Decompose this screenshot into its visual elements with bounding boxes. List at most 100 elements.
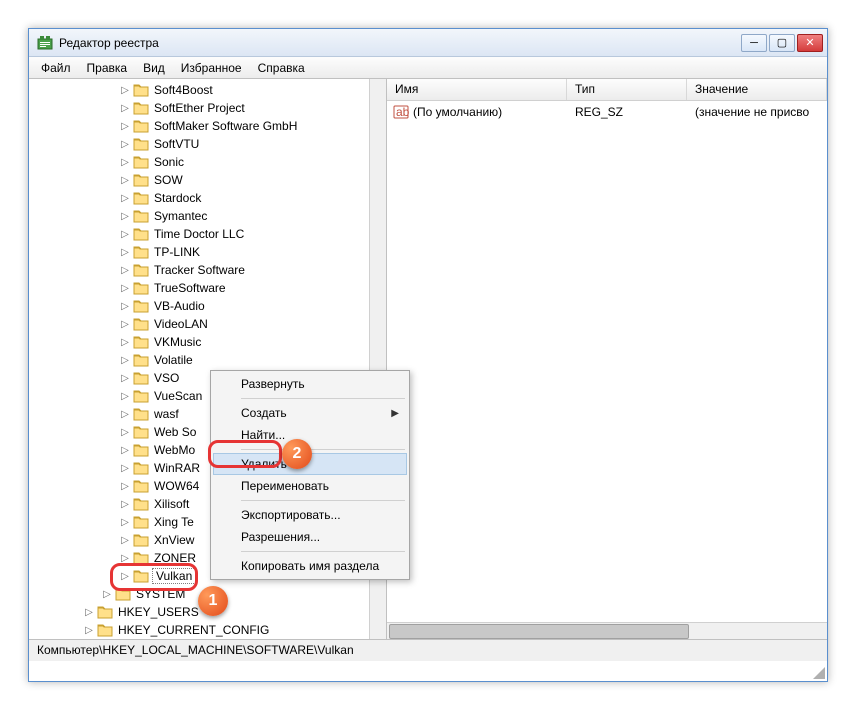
tree-item-label: Soft4Boost: [152, 83, 215, 97]
tree-item[interactable]: ▷ Soft4Boost: [29, 81, 386, 99]
values-panel[interactable]: Имя Тип Значение ab(По умолчанию)REG_SZ(…: [387, 79, 827, 639]
tree-item-label: wasf: [152, 407, 181, 421]
tree-item-label: VB-Audio: [152, 299, 207, 313]
registry-editor-window: Редактор реестра ─ ▢ ✕ Файл Правка Вид И…: [28, 28, 828, 682]
cm-copy-key[interactable]: Копировать имя раздела: [213, 555, 407, 577]
expand-icon[interactable]: ▷: [83, 624, 95, 636]
folder-icon: [133, 173, 149, 187]
folder-icon: [133, 389, 149, 403]
expand-icon[interactable]: ▷: [119, 156, 131, 168]
tree-item-label: SoftEther Project: [152, 101, 247, 115]
expand-icon[interactable]: ▷: [119, 318, 131, 330]
expand-icon[interactable]: ▷: [83, 606, 95, 618]
titlebar[interactable]: Редактор реестра ─ ▢ ✕: [29, 29, 827, 57]
expand-icon[interactable]: ▷: [119, 138, 131, 150]
expand-icon[interactable]: ▷: [119, 570, 131, 582]
tree-item-label: ZONER: [152, 551, 198, 565]
tree-item[interactable]: ▷ Tracker Software: [29, 261, 386, 279]
statusbar-path: Компьютер\HKEY_LOCAL_MACHINE\SOFTWARE\Vu…: [37, 643, 354, 657]
list-row[interactable]: ab(По умолчанию)REG_SZ(значение не присв…: [387, 103, 827, 121]
value-name: (По умолчанию): [413, 105, 502, 119]
expand-icon[interactable]: ▷: [119, 534, 131, 546]
expand-icon[interactable]: ▷: [101, 588, 113, 600]
statusbar: Компьютер\HKEY_LOCAL_MACHINE\SOFTWARE\Vu…: [29, 639, 827, 661]
tree-item[interactable]: ▷SoftMaker Software GmbH: [29, 117, 386, 135]
expand-icon[interactable]: ▷: [119, 372, 131, 384]
tree-item[interactable]: ▷Time Doctor LLC: [29, 225, 386, 243]
expand-icon[interactable]: ▷: [119, 120, 131, 132]
value-data: (значение не присво: [687, 105, 827, 119]
expand-icon[interactable]: ▷: [119, 354, 131, 366]
col-name[interactable]: Имя: [387, 79, 567, 100]
folder-icon: [133, 299, 149, 313]
cm-permissions[interactable]: Разрешения...: [213, 526, 407, 548]
tree-item[interactable]: ▷SoftVTU: [29, 135, 386, 153]
maximize-button[interactable]: ▢: [769, 34, 795, 52]
tree-item-label: Tracker Software: [152, 263, 247, 277]
tree-item-label: WinRAR: [152, 461, 202, 475]
list-header: Имя Тип Значение: [387, 79, 827, 101]
expand-icon[interactable]: ▷: [119, 390, 131, 402]
tree-item[interactable]: ▷Volatile: [29, 351, 386, 369]
expand-icon[interactable]: ▷: [119, 228, 131, 240]
folder-icon: [133, 371, 149, 385]
tree-item-label: XnView: [152, 533, 196, 547]
expand-icon[interactable]: ▷: [119, 210, 131, 222]
tree-item[interactable]: ▷Sonic: [29, 153, 386, 171]
expand-icon[interactable]: ▷: [119, 264, 131, 276]
folder-icon: [133, 83, 149, 97]
folder-icon: [133, 317, 149, 331]
menu-file[interactable]: Файл: [33, 59, 79, 77]
expand-icon[interactable]: ▷: [119, 174, 131, 186]
list-scrollbar-horizontal[interactable]: [387, 622, 827, 639]
expand-icon[interactable]: ▷: [119, 300, 131, 312]
tree-item[interactable]: ▷TP-LINK: [29, 243, 386, 261]
tree-item[interactable]: ▷VideoLAN: [29, 315, 386, 333]
expand-icon[interactable]: ▷: [119, 192, 131, 204]
tree-item-label: WebMo: [152, 443, 197, 457]
minimize-button[interactable]: ─: [741, 34, 767, 52]
expand-icon[interactable]: ▷: [119, 552, 131, 564]
tree-item[interactable]: ▷ SoftEther Project: [29, 99, 386, 117]
expand-icon[interactable]: ▷: [119, 246, 131, 258]
menu-favorites[interactable]: Избранное: [173, 59, 250, 77]
close-button[interactable]: ✕: [797, 34, 823, 52]
col-type[interactable]: Тип: [567, 79, 687, 100]
tree-item-label: Xilisoft: [152, 497, 191, 511]
tree-item[interactable]: ▷HKEY_CURRENT_CONFIG: [29, 621, 386, 639]
menubar: Файл Правка Вид Избранное Справка: [29, 57, 827, 79]
scroll-thumb[interactable]: [389, 624, 689, 639]
expand-icon[interactable]: ▷: [119, 516, 131, 528]
cm-rename[interactable]: Переименовать: [213, 475, 407, 497]
expand-icon[interactable]: ▷: [119, 462, 131, 474]
tree-item[interactable]: ▷SOW: [29, 171, 386, 189]
tree-item[interactable]: ▷Symantec: [29, 207, 386, 225]
menu-view[interactable]: Вид: [135, 59, 173, 77]
folder-icon: [133, 497, 149, 511]
tree-item[interactable]: ▷ VB-Audio: [29, 297, 386, 315]
resize-grip[interactable]: [811, 665, 825, 679]
expand-icon[interactable]: ▷: [119, 426, 131, 438]
tree-item[interactable]: ▷ VKMusic: [29, 333, 386, 351]
expand-icon[interactable]: ▷: [119, 336, 131, 348]
tree-item[interactable]: ▷Stardock: [29, 189, 386, 207]
badge-1: 1: [198, 586, 228, 616]
menu-edit[interactable]: Правка: [79, 59, 136, 77]
expand-icon[interactable]: ▷: [119, 408, 131, 420]
expand-icon[interactable]: ▷: [119, 282, 131, 294]
cm-export[interactable]: Экспортировать...: [213, 504, 407, 526]
expand-icon[interactable]: ▷: [119, 102, 131, 114]
cm-find[interactable]: Найти...: [213, 424, 407, 446]
menu-help[interactable]: Справка: [250, 59, 313, 77]
cm-create[interactable]: Создать▶: [213, 402, 407, 424]
cm-expand[interactable]: Развернуть: [213, 373, 407, 395]
col-value[interactable]: Значение: [687, 79, 827, 100]
expand-icon[interactable]: ▷: [119, 84, 131, 96]
expand-icon[interactable]: ▷: [119, 498, 131, 510]
folder-icon: [133, 263, 149, 277]
folder-icon: [133, 245, 149, 259]
expand-icon[interactable]: ▷: [119, 480, 131, 492]
tree-item-label: VKMusic: [152, 335, 203, 349]
expand-icon[interactable]: ▷: [119, 444, 131, 456]
tree-item[interactable]: ▷TrueSoftware: [29, 279, 386, 297]
